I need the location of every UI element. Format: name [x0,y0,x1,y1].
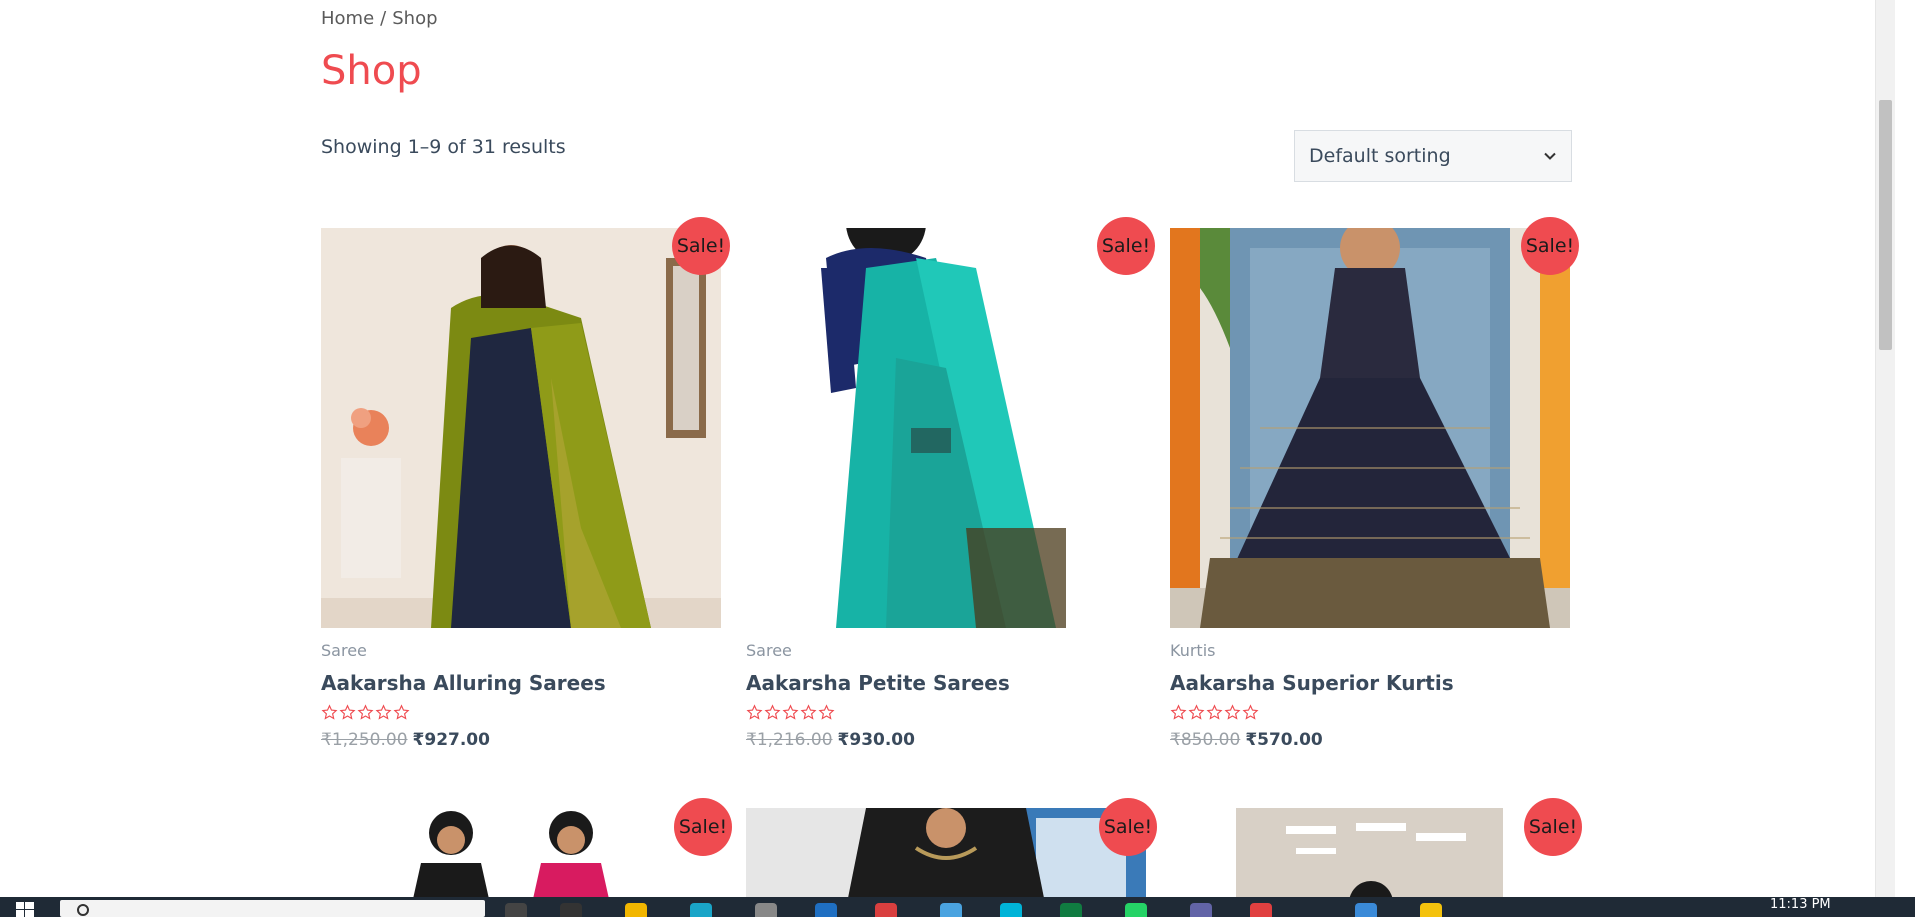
product-image-link[interactable] [746,228,1146,628]
star-rating [746,704,835,721]
star-outline-icon [375,704,392,720]
star-outline-icon [1170,704,1187,720]
star-outline-icon [339,704,356,720]
product-image [321,228,721,628]
breadcrumb: Home / Shop [321,8,438,29]
star-rating [321,704,410,721]
taskbar-search-box[interactable] [60,900,485,917]
sale-badge: Sale! [1521,217,1579,275]
star-outline-icon [818,704,835,720]
product-image [1236,808,1503,897]
sale-price: ₹927.00 [412,730,490,750]
sale-price: ₹930.00 [837,730,915,750]
product-price: ₹1,216.00 ₹930.00 [746,730,915,750]
product-title-link[interactable]: Aakarsha Superior Kurtis [1170,671,1454,695]
star-outline-icon [746,704,763,720]
product-image-link[interactable] [1236,808,1503,897]
breadcrumb-separator: / [380,8,387,29]
product-image [401,808,641,897]
page-title: Shop [321,48,422,94]
app-yellow-icon[interactable] [1420,903,1442,917]
regular-price: ₹1,250.00 [321,730,408,750]
star-outline-icon [357,704,374,720]
notepad-icon[interactable] [940,903,962,917]
product-image [746,808,1146,897]
product-image [1170,228,1570,628]
product-image [746,228,1146,628]
regular-price: ₹850.00 [1170,730,1241,750]
vscode-icon[interactable] [815,903,837,917]
product-title-link[interactable]: Aakarsha Petite Sarees [746,671,1010,695]
product-category: Saree [746,641,792,660]
shop-page: Home / Shop Shop Showing 1–9 of 31 results… [0,0,1895,897]
edge-browser-icon[interactable] [690,903,712,917]
star-outline-icon [800,704,817,720]
product-title-link[interactable]: Aakarsha Alluring Sarees [321,671,606,695]
star-outline-icon [1242,704,1259,720]
star-outline-icon [1188,704,1205,720]
search-icon [77,904,89,916]
product-image-link[interactable] [746,808,1146,897]
widgets-icon[interactable] [560,903,582,917]
sale-badge: Sale! [1097,217,1155,275]
star-outline-icon [393,704,410,720]
excel-icon[interactable] [1060,903,1082,917]
product-image-link[interactable] [321,228,721,628]
star-outline-icon [1224,704,1241,720]
regular-price: ₹1,216.00 [746,730,833,750]
product-category: Saree [321,641,367,660]
app-red-icon[interactable] [875,903,897,917]
star-outline-icon [764,704,781,720]
sale-badge: Sale! [674,798,732,856]
app-blue-icon[interactable] [1355,903,1377,917]
whatsapp-icon[interactable] [1125,903,1147,917]
teams-icon[interactable] [1190,903,1212,917]
star-rating [1170,704,1259,721]
breadcrumb-home-link[interactable]: Home [321,8,374,29]
product-price: ₹1,250.00 ₹927.00 [321,730,490,750]
sale-price: ₹570.00 [1245,730,1323,750]
product-category: Kurtis [1170,641,1216,660]
product-image-link[interactable] [401,808,641,897]
taskbar: 11:13 PM [0,897,1915,917]
product-price: ₹850.00 ₹570.00 [1170,730,1323,750]
star-outline-icon [321,704,338,720]
breadcrumb-current: Shop [392,8,438,29]
chrome-icon[interactable] [1250,903,1272,917]
star-outline-icon [1206,704,1223,720]
sale-badge: Sale! [672,217,730,275]
scrollbar-thumb[interactable] [1879,100,1892,350]
sorting-select[interactable]: Default sorting [1294,130,1572,182]
product-row-next: Sale! Sale! Sale! [321,798,1582,897]
result-count: Showing 1–9 of 31 results [321,136,566,158]
taskbar-clock[interactable]: 11:13 PM [1770,897,1831,912]
sorting-selected-value: Default sorting [1309,145,1451,167]
sale-badge: Sale! [1524,798,1582,856]
task-view-icon[interactable] [505,903,527,917]
file-explorer-icon[interactable] [625,903,647,917]
sale-badge: Sale! [1099,798,1157,856]
product-image-link[interactable] [1170,228,1570,628]
chevron-down-icon [1544,152,1556,160]
vertical-scrollbar[interactable] [1875,0,1895,897]
windows-start-icon[interactable] [16,902,34,917]
star-outline-icon [782,704,799,720]
app-cyan-icon[interactable] [1000,903,1022,917]
settings-icon[interactable] [755,903,777,917]
